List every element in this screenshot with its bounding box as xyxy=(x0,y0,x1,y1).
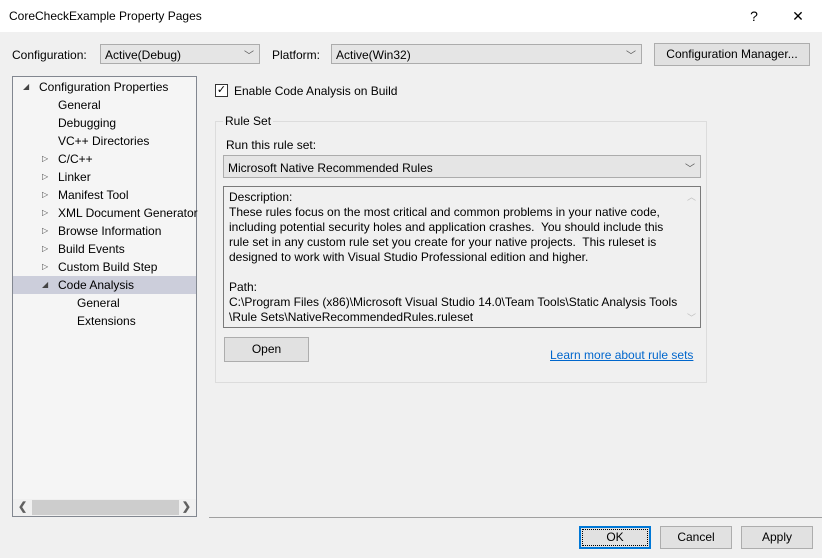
tree-item[interactable]: ▷ Manifest Tool xyxy=(13,186,196,204)
collapsed-arrow-icon[interactable]: ▷ xyxy=(42,186,48,204)
tree-item-label: General xyxy=(58,98,101,112)
tree-item-label: Manifest Tool xyxy=(58,188,129,202)
tree-item[interactable]: ◢ Code Analysis xyxy=(13,276,196,294)
tree-item[interactable]: Extensions xyxy=(13,312,196,330)
tree-item-label: Browse Information xyxy=(58,224,162,238)
enable-code-analysis-label[interactable]: Enable Code Analysis on Build xyxy=(234,84,397,98)
tree-item[interactable]: ▷ C/C++ xyxy=(13,150,196,168)
configuration-dropdown[interactable]: Active(Debug) ﹀ xyxy=(100,44,260,64)
collapsed-arrow-icon[interactable]: ▷ xyxy=(42,204,48,222)
learn-more-link[interactable]: Learn more about rule sets xyxy=(550,348,693,362)
collapsed-arrow-icon[interactable]: ▷ xyxy=(42,258,48,276)
tree-item-label: VC++ Directories xyxy=(58,134,150,148)
tree-item[interactable]: ▷ Browse Information xyxy=(13,222,196,240)
platform-value: Active(Win32) xyxy=(336,48,411,62)
enable-code-analysis-checkbox[interactable]: ✓ xyxy=(215,84,228,97)
tree-item[interactable]: VC++ Directories xyxy=(13,132,196,150)
configuration-label: Configuration: xyxy=(12,48,87,62)
platform-dropdown[interactable]: Active(Win32) ﹀ xyxy=(331,44,642,64)
expanded-arrow-icon[interactable]: ◢ xyxy=(42,276,48,294)
ruleset-description-text: Description: These rules focus on the mo… xyxy=(229,190,678,324)
tree-item-label: Extensions xyxy=(77,314,136,328)
tree-item-label: Code Analysis xyxy=(58,278,135,292)
ruleset-description-box[interactable]: Description: These rules focus on the mo… xyxy=(223,186,701,328)
footer-divider xyxy=(209,517,822,518)
property-tree[interactable]: ◢ Configuration Properties General Debuggin… xyxy=(12,76,198,517)
configuration-manager-button[interactable]: Configuration Manager... xyxy=(654,43,810,66)
run-ruleset-label: Run this rule set: xyxy=(226,138,317,152)
title-bar: CoreCheckExample Property Pages ? ✕ xyxy=(0,0,822,32)
apply-button[interactable]: Apply xyxy=(741,526,813,549)
scrollbar-thumb[interactable] xyxy=(32,500,179,515)
tree-item[interactable]: ▷ Build Events xyxy=(13,240,196,258)
platform-label: Platform: xyxy=(272,48,321,62)
tree-item-label: XML Document Generator xyxy=(58,206,198,220)
chevron-down-icon: ﹀ xyxy=(685,164,695,175)
horizontal-scrollbar[interactable]: ❮ ❯ xyxy=(13,499,196,516)
tree-item-label: General xyxy=(77,296,120,310)
window-title: CoreCheckExample Property Pages xyxy=(9,9,202,23)
tree-item[interactable]: General xyxy=(13,96,196,114)
tree-item-label: Custom Build Step xyxy=(58,260,158,274)
chevron-down-icon: ﹀ xyxy=(244,51,254,62)
help-button[interactable]: ? xyxy=(736,4,772,28)
scroll-left-icon[interactable]: ❮ xyxy=(18,499,27,516)
check-icon: ✓ xyxy=(216,84,227,96)
ok-button[interactable]: OK xyxy=(579,526,651,549)
expanded-arrow-icon[interactable]: ◢ xyxy=(23,78,29,96)
collapsed-arrow-icon[interactable]: ▷ xyxy=(42,150,48,168)
tree-item-label: C/C++ xyxy=(58,152,93,166)
tree-item[interactable]: General xyxy=(13,294,196,312)
open-button[interactable]: Open xyxy=(224,337,309,362)
tree-item-label: Debugging xyxy=(58,116,117,130)
collapsed-arrow-icon[interactable]: ▷ xyxy=(42,168,48,186)
tree-item[interactable]: Debugging xyxy=(13,114,196,132)
tree-item-label: Linker xyxy=(58,170,91,184)
ruleset-dropdown[interactable]: Microsoft Native Recommended Rules ﹀ xyxy=(223,155,701,178)
scroll-up-icon[interactable]: ︿ xyxy=(687,190,696,203)
scroll-right-icon[interactable]: ❯ xyxy=(182,499,191,516)
rule-set-group-label: Rule Set xyxy=(223,114,274,128)
tree-item[interactable]: ◢ Configuration Properties xyxy=(13,78,196,96)
cancel-button[interactable]: Cancel xyxy=(660,526,732,549)
tree-item[interactable]: ▷ XML Document Generator xyxy=(13,204,198,222)
tree-item-label: Configuration Properties xyxy=(39,80,169,94)
tree-item[interactable]: ▷ Custom Build Step xyxy=(13,258,196,276)
tree-item-label: Build Events xyxy=(58,242,125,256)
ruleset-value: Microsoft Native Recommended Rules xyxy=(228,161,433,175)
collapsed-arrow-icon[interactable]: ▷ xyxy=(42,222,48,240)
collapsed-arrow-icon[interactable]: ▷ xyxy=(42,240,48,258)
tree-item[interactable]: ▷ Linker xyxy=(13,168,196,186)
configuration-value: Active(Debug) xyxy=(105,48,182,62)
chevron-down-icon: ﹀ xyxy=(626,51,636,62)
close-icon[interactable]: ✕ xyxy=(780,4,816,28)
scroll-down-icon[interactable]: ﹀ xyxy=(687,311,696,324)
